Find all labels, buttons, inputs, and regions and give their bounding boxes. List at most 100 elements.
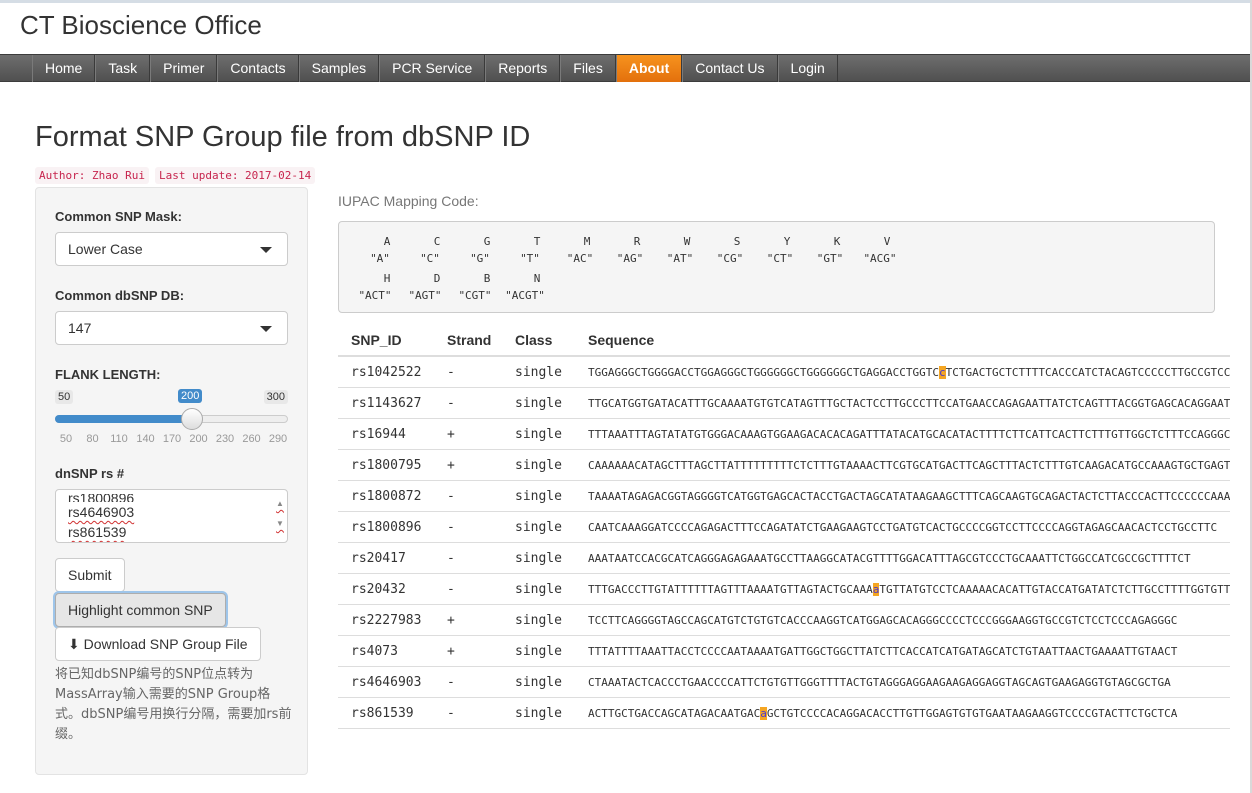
table-row: rs861539 - single ACTTGCTGACCAGCATAGACAATGA… <box>338 698 1230 729</box>
class-cell: single <box>515 551 562 566</box>
sequence-part: TAAAATAGAGACGGTAGGGGTCATGGTGAGCACTACCTGA… <box>588 490 1125 503</box>
flank-slider[interactable]: 50 200 300 50 80 110 140 170 200 230 260 290 <box>55 388 288 448</box>
strand-cell: - <box>447 675 455 690</box>
class-cell: single <box>515 706 562 721</box>
slider-min: 50 <box>55 390 74 404</box>
app-brand[interactable]: CT Bioscience Office <box>20 10 262 41</box>
sequence-cell: ACTTGCTGACCAGCATAGACAATGACaGCTGTCCCCACAG… <box>588 698 1177 729</box>
strand-cell: - <box>447 396 455 411</box>
nav-reports[interactable]: Reports <box>485 55 561 82</box>
textarea-scrollbar[interactable]: ▲ ▼ <box>275 494 285 534</box>
strand-cell: + <box>447 458 455 473</box>
sequence-cell: CAAAAAACATAGCTTTAGCTTATTTTTTTTTCTCTTTGTA… <box>588 450 1230 481</box>
slider-value: 200 <box>178 389 203 403</box>
table-row: rs16944 + single TTTAAATTTAGTATATGTGGGACAAA… <box>338 419 1230 450</box>
sequence-part: CTCCTGCCTTC <box>1144 521 1218 534</box>
nav-contact-us[interactable]: Contact Us <box>682 55 778 82</box>
sequence-part: CAAAAAACATAGCTTTAGCTTATTTTTTTTTCTCTTTGTA… <box>588 459 1138 472</box>
sequence-part: ACTTGCTGACCAGCATAGACAATGAC <box>588 707 761 720</box>
sequence-part: TCCTTCAGGGGTAGCCAGCATGTCTGTGTCACCCAAGGTC… <box>588 614 1138 627</box>
strand-cell: + <box>447 644 455 659</box>
sequence-cell: TTTATTTTAAATTACCTCCCCAATAAAATGATTGGCTGGC… <box>588 636 1177 667</box>
highlight-common-snp-button[interactable]: Highlight common SNP <box>55 593 226 627</box>
sequence-cell: TTTGACCCTTGTATTTTTTAGTTTAAAATGTTAGTACTGC… <box>588 574 1230 605</box>
navbar: Home Task Primer Contacts Samples PCR Service… <box>0 54 1250 82</box>
class-cell: single <box>515 458 562 473</box>
nav-login[interactable]: Login <box>777 55 838 82</box>
iupac-entry: "G" <box>470 252 490 265</box>
nav-samples[interactable]: Samples <box>298 55 380 82</box>
snp-highlight: a <box>760 707 767 720</box>
mask-label: Common SNP Mask: <box>55 209 182 224</box>
sequence-part: CTCTTTCCAGGGCTCCC <box>1144 428 1230 441</box>
snp-id-cell: rs1143627 <box>351 396 422 411</box>
slider-fill <box>55 415 193 423</box>
snp-id-cell: rs1800872 <box>351 489 422 504</box>
db-label: Common dbSNP DB: <box>55 288 185 303</box>
flank-label: FLANK LENGTH: <box>55 367 161 382</box>
class-cell: single <box>515 582 562 597</box>
sequence-part: TCTGACTGCTCTTTTCACCCATCTACAGTCCCCCTTGCCG… <box>945 366 1230 379</box>
table-row: rs1800795 + single CAAAAAACATAGCTTTAGCTTATT… <box>338 450 1230 481</box>
iupac-entry: N <box>533 272 541 285</box>
class-cell: single <box>515 489 562 504</box>
tool-description: 将已知dbSNP编号的SNP位点转为MassArray输入需要的SNP Grou… <box>55 667 292 742</box>
class-cell: single <box>515 644 562 659</box>
sequence-part: TTTGACCCTTGTATTTTTTAGTTTAAAATGTTAGTACTGC… <box>588 583 873 596</box>
download-icon: ⬇ <box>68 636 80 652</box>
table-row: rs20417 - single AAATAATCCACGCATCAGGGAGAGAA… <box>338 543 1230 574</box>
nav-primer[interactable]: Primer <box>150 55 218 82</box>
caret-down-icon <box>260 247 272 253</box>
slider-tick: 170 <box>162 433 182 445</box>
header-strand: Strand <box>447 332 492 348</box>
sequence-cell: TAAAATAGAGACGGTAGGGGTCATGGTGAGCACTACCTGA… <box>588 481 1230 512</box>
sequence-cell: AAATAATCCACGCATCAGGGAGAGAAATGCCTTAAGGCAT… <box>588 543 1191 574</box>
snp-id-cell: rs1800896 <box>351 520 422 535</box>
strand-cell: - <box>447 520 455 535</box>
iupac-entry: "ACG" <box>863 252 897 265</box>
sequence-cell: CAATCAAAGGATCCCCAGAGACTTTCCAGATATCTGAAGA… <box>588 512 1217 543</box>
download-button[interactable]: ⬇ Download SNP Group File <box>55 627 261 661</box>
sequence-part: GCTGTCCCCACAGGACACCTTGTTGGAGTGTGTGAATAAG… <box>766 707 1178 720</box>
sequence-part: GTAACT <box>1137 645 1178 658</box>
class-cell: single <box>515 365 562 380</box>
slider-tick: 260 <box>242 433 261 445</box>
slider-handle[interactable] <box>181 408 203 430</box>
nav-task[interactable]: Task <box>95 55 151 82</box>
iupac-entry: "A" <box>370 252 390 265</box>
iupac-entry: R <box>633 235 641 248</box>
mask-select[interactable]: Lower Case <box>55 232 288 266</box>
iupac-entry: K <box>833 235 841 248</box>
iupac-entry: G <box>483 235 491 248</box>
strand-cell: + <box>447 427 455 442</box>
class-cell: single <box>515 613 562 628</box>
header-sequence: Sequence <box>588 332 655 348</box>
table-row: rs1800896 - single CAATCAAAGGATCCCCAGAGACTT… <box>338 512 1230 543</box>
iupac-entry: M <box>583 235 591 248</box>
submit-button[interactable]: Submit <box>55 558 125 592</box>
nav-home[interactable]: Home <box>32 55 96 82</box>
rs-textarea[interactable]: rs1800896 rs4646903 rs861539 ▲ ▼ <box>55 489 288 543</box>
sequence-part: TTTATTTTAAATTACCTCCCCAATAAAATGATTGGCTGGC… <box>588 645 1138 658</box>
iupac-entry: H <box>383 272 391 285</box>
header-class: Class <box>515 332 553 348</box>
slider-tick: 230 <box>215 433 235 445</box>
iupac-entry: V <box>883 235 891 248</box>
strand-cell: - <box>447 706 455 721</box>
page-meta: Author: Zhao Rui Last update: 2017-02-14 <box>35 167 316 184</box>
iupac-entry: "AG" <box>616 252 644 265</box>
nav-contacts[interactable]: Contacts <box>217 55 299 82</box>
snp-highlight: c <box>939 366 946 379</box>
slider-tick: 110 <box>110 433 128 445</box>
page-title: Format SNP Group file from dbSNP ID <box>35 121 531 153</box>
nav-about[interactable]: About <box>615 55 683 82</box>
iupac-entry: "CG" <box>716 252 744 265</box>
iupac-entry: C <box>433 235 441 248</box>
iupac-entry: "AC" <box>566 252 594 265</box>
class-cell: single <box>515 520 562 535</box>
iupac-entry: Y <box>783 235 791 248</box>
nav-pcr-service[interactable]: PCR Service <box>379 55 486 82</box>
db-select[interactable]: 147 <box>55 311 288 345</box>
table-row: rs1143627 - single TTGCATGGTGATACATTTGCAAAA… <box>338 388 1230 419</box>
nav-files[interactable]: Files <box>560 55 616 82</box>
